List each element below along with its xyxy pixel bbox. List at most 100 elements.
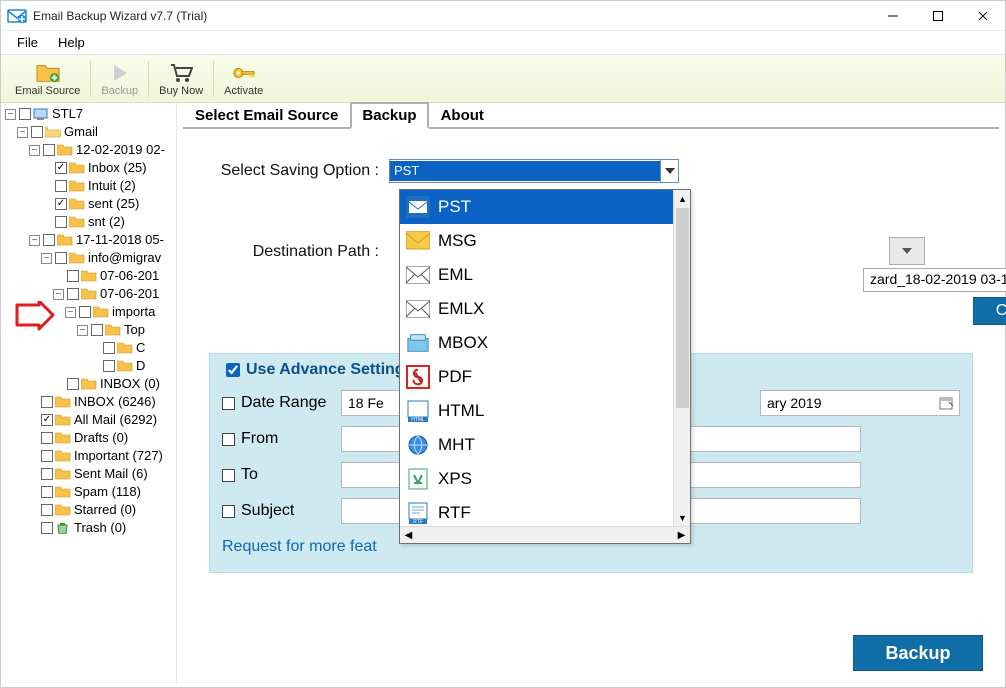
collapse-icon[interactable]: − — [29, 235, 40, 246]
checkbox[interactable] — [79, 306, 91, 318]
dropdown-option-pdf[interactable]: PDF — [400, 360, 690, 394]
checkbox[interactable] — [41, 432, 53, 444]
dropdown-option-html[interactable]: HTML HTML — [400, 394, 690, 428]
tab-select-email-source[interactable]: Select Email Source — [183, 102, 350, 129]
collapse-icon[interactable]: − — [65, 307, 76, 318]
checkbox-subject[interactable] — [222, 505, 235, 518]
tree-row[interactable]: −12-02-2019 02- — [5, 141, 174, 159]
scroll-down-icon[interactable]: ▼ — [674, 509, 690, 526]
advance-checkbox[interactable] — [226, 363, 240, 377]
checkbox-from[interactable] — [222, 433, 235, 446]
checkbox[interactable]: ✓ — [41, 414, 53, 426]
toolbar-activate[interactable]: Activate — [216, 55, 271, 102]
collapse-icon[interactable]: − — [17, 127, 28, 138]
backup-button[interactable]: Backup — [853, 635, 983, 671]
dropdown-option-rtf[interactable]: RTF RTF — [400, 496, 690, 526]
destination-path-input[interactable]: zard_18-02-2019 03-13.pst — [863, 268, 1006, 292]
tree-row[interactable]: INBOX (6246) — [5, 393, 174, 411]
checkbox[interactable] — [91, 324, 103, 336]
checkbox[interactable] — [67, 378, 79, 390]
checkbox[interactable] — [41, 486, 53, 498]
date-from-picker[interactable]: 18 Fe — [341, 390, 401, 416]
tree-row[interactable]: INBOX (0) — [5, 375, 174, 393]
checkbox[interactable] — [41, 504, 53, 516]
checkbox[interactable] — [55, 252, 67, 264]
checkbox[interactable] — [55, 180, 67, 192]
dropdown-option-xps[interactable]: XPS — [400, 462, 690, 496]
tree-row[interactable]: −Gmail — [5, 123, 174, 141]
tab-about[interactable]: About — [429, 102, 496, 129]
collapse-icon[interactable]: − — [29, 145, 40, 156]
dropdown-option-mht[interactable]: MHT — [400, 428, 690, 462]
close-button[interactable] — [960, 1, 1005, 31]
checkbox[interactable] — [103, 342, 115, 354]
dropdown-option-mbox[interactable]: MBOX — [400, 326, 690, 360]
collapse-icon[interactable]: − — [53, 289, 64, 300]
checkbox[interactable] — [19, 108, 31, 120]
scroll-up-icon[interactable]: ▲ — [674, 190, 690, 207]
checkbox[interactable] — [67, 270, 79, 282]
change-button[interactable]: Change... — [973, 297, 1006, 325]
tree-label: D — [136, 357, 145, 375]
collapse-icon[interactable]: − — [41, 253, 52, 264]
checkbox[interactable]: ✓ — [55, 162, 67, 174]
tree-row[interactable]: Intuit (2) — [5, 177, 174, 195]
tree-row[interactable]: Trash (0) — [5, 519, 174, 537]
folder-tree[interactable]: −STL7 −Gmail −12-02-2019 02- ✓Inbox (25)… — [1, 103, 177, 685]
checkbox[interactable] — [43, 234, 55, 246]
checkbox[interactable]: ✓ — [55, 198, 67, 210]
checkbox[interactable] — [41, 468, 53, 480]
tree-row[interactable]: C — [5, 339, 174, 357]
dropdown-option-eml[interactable]: EML — [400, 258, 690, 292]
collapse-icon[interactable]: − — [77, 325, 88, 336]
maximize-button[interactable] — [915, 1, 960, 31]
checkbox[interactable] — [31, 126, 43, 138]
tree-row[interactable]: Starred (0) — [5, 501, 174, 519]
dropdown-option-emlx[interactable]: EMLX — [400, 292, 690, 326]
tab-backup[interactable]: Backup — [350, 102, 428, 129]
saving-option-dropdown[interactable]: PST MSG EML EMLX MBOX — [399, 189, 691, 544]
tree-row[interactable]: Important (727) — [5, 447, 174, 465]
tree-row[interactable]: ✓sent (25) — [5, 195, 174, 213]
tree-row[interactable]: Drafts (0) — [5, 429, 174, 447]
tree-row[interactable]: Spam (118) — [5, 483, 174, 501]
collapse-icon[interactable]: − — [5, 109, 16, 120]
menu-help[interactable]: Help — [48, 33, 95, 52]
saving-option-select[interactable]: PST — [389, 159, 679, 183]
tree-row[interactable]: 07-06-201 — [5, 267, 174, 285]
checkbox[interactable] — [41, 396, 53, 408]
toolbar-email-source[interactable]: Email Source — [7, 55, 88, 102]
tree-row[interactable]: Sent Mail (6) — [5, 465, 174, 483]
checkbox-to[interactable] — [222, 469, 235, 482]
dropdown-option-pst[interactable]: PST — [400, 190, 690, 224]
chevron-down-icon[interactable] — [660, 160, 678, 182]
toolbar-backup[interactable]: Backup — [93, 55, 146, 102]
checkbox[interactable] — [41, 522, 53, 534]
checkbox[interactable] — [103, 360, 115, 372]
scroll-left-icon[interactable]: ◀ — [400, 527, 417, 544]
checkbox-date-range[interactable] — [222, 397, 235, 410]
dropdown-scrollbar-v[interactable]: ▲ ▼ — [673, 190, 690, 526]
tree-row[interactable]: −STL7 — [5, 105, 174, 123]
tree-row[interactable]: D — [5, 357, 174, 375]
tree-row[interactable]: −info@migrav — [5, 249, 174, 267]
tree-row[interactable]: snt (2) — [5, 213, 174, 231]
tree-label: Trash (0) — [74, 519, 126, 537]
scroll-right-icon[interactable]: ▶ — [673, 527, 690, 544]
dropdown-scrollbar-h[interactable]: ◀ ▶ — [400, 526, 690, 543]
checkbox[interactable] — [55, 216, 67, 228]
scroll-thumb[interactable] — [676, 208, 689, 408]
tree-row[interactable]: ✓Inbox (25) — [5, 159, 174, 177]
toolbar-buy-now[interactable]: Buy Now — [151, 55, 211, 102]
checkbox[interactable] — [41, 450, 53, 462]
minimize-button[interactable] — [870, 1, 915, 31]
dropdown-option-msg[interactable]: MSG — [400, 224, 690, 258]
menu-file[interactable]: File — [7, 33, 48, 52]
checkbox[interactable] — [43, 144, 55, 156]
calendar-icon[interactable] — [939, 396, 953, 410]
checkbox[interactable] — [67, 288, 79, 300]
date-to-picker[interactable]: ary 2019 — [760, 390, 960, 416]
tree-row[interactable]: ✓All Mail (6292) — [5, 411, 174, 429]
tree-row[interactable]: −17-11-2018 05- — [5, 231, 174, 249]
split-combo-button[interactable] — [889, 237, 925, 265]
